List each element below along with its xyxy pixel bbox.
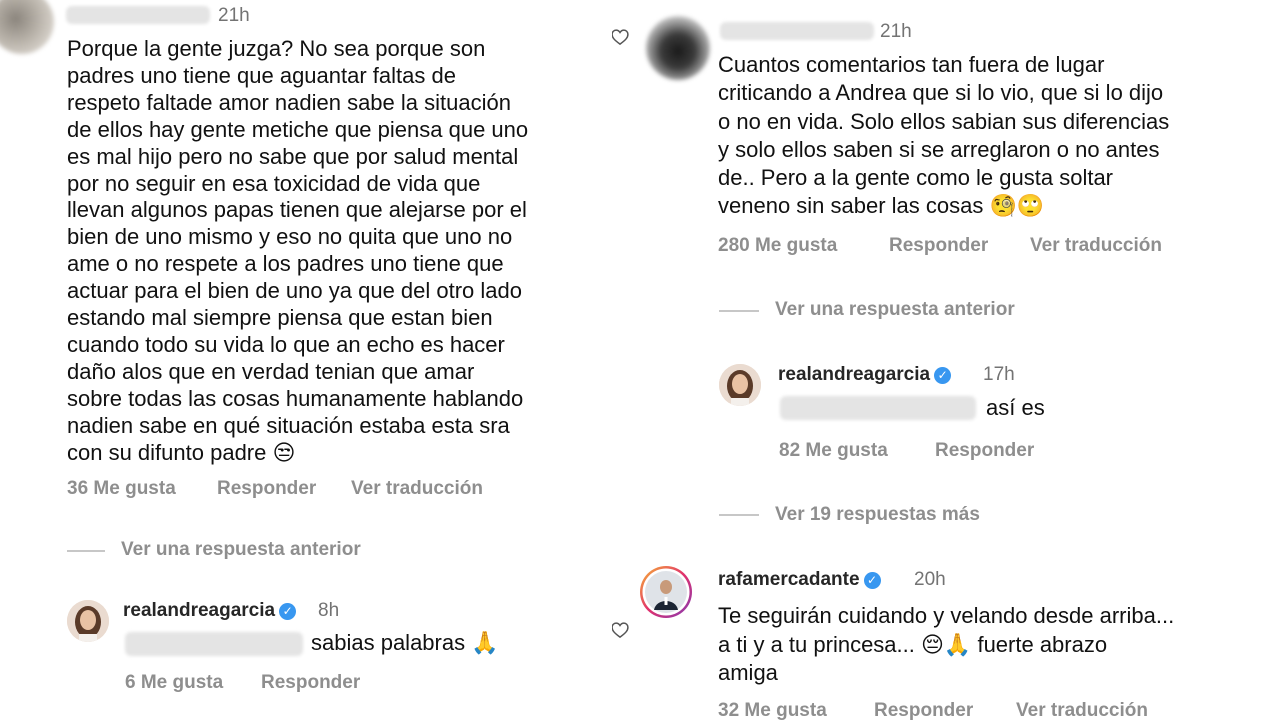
verified-badge-icon: ✓ bbox=[863, 572, 881, 589]
comment-text: Porque la gente juzga? No sea porque son… bbox=[67, 36, 607, 467]
comment-line-1: Te seguirán cuidando y velando desde arr… bbox=[718, 603, 1175, 628]
commenter-username-blurred-2[interactable] bbox=[720, 22, 874, 40]
reply-username-2[interactable]: realandreagarcia ✓ bbox=[778, 364, 952, 386]
pensive-folded-hands-emoji: 😔🙏 bbox=[921, 631, 972, 657]
rafamercadante-username[interactable]: rafamercadante ✓ bbox=[718, 569, 881, 591]
folded-hands-emoji: 🙏 bbox=[471, 630, 499, 655]
comment-text-content-2: Cuantos comentarios tan fuera de lugar c… bbox=[718, 52, 1170, 219]
mention-blurred-2[interactable] bbox=[780, 396, 976, 420]
commenter-avatar-2[interactable] bbox=[646, 16, 710, 80]
rafamercadante-reply-button[interactable]: Responder bbox=[874, 700, 973, 720]
reply-timestamp-2: 17h bbox=[983, 364, 1015, 385]
commenter-username-blurred[interactable] bbox=[66, 6, 210, 24]
comment-timestamp: 21h bbox=[218, 5, 250, 26]
comment-text-2: Cuantos comentarios tan fuera de lugar c… bbox=[718, 51, 1268, 221]
rafamercadante-like-count[interactable]: 32 Me gusta bbox=[718, 700, 827, 720]
view-previous-reply-link-2[interactable]: Ver una respuesta anterior bbox=[775, 299, 1015, 321]
reply-timestamp: 8h bbox=[318, 600, 340, 621]
right-comment-panel: 21h Cuantos comentarios tan fuera de lug… bbox=[612, 0, 1280, 720]
reply-reply-button[interactable]: Responder bbox=[261, 672, 360, 694]
comment-timestamp-2: 21h bbox=[880, 21, 912, 42]
unamused-emoji: 😒 bbox=[272, 439, 296, 465]
reply-username[interactable]: realandreagarcia ✓ bbox=[123, 600, 297, 622]
reply-avatar-image-2 bbox=[719, 364, 761, 406]
reply-text: sabias palabras 🙏 bbox=[311, 630, 499, 657]
thread-divider-3 bbox=[719, 514, 759, 516]
reply-username-text: realandreagarcia bbox=[123, 600, 276, 621]
thread-divider bbox=[67, 550, 105, 552]
like-count-2[interactable]: 280 Me gusta bbox=[718, 235, 837, 257]
translate-button[interactable]: Ver traducción bbox=[351, 478, 483, 500]
rafamercadante-avatar[interactable] bbox=[640, 566, 692, 618]
rafamercadante-comment-text: Te seguirán cuidando y velando desde arr… bbox=[718, 602, 1273, 688]
thread-divider-2 bbox=[719, 310, 759, 312]
reply-avatar[interactable] bbox=[67, 600, 109, 642]
heart-outline-icon[interactable] bbox=[612, 620, 630, 640]
reply-button-2[interactable]: Responder bbox=[889, 235, 988, 257]
view-previous-reply-link[interactable]: Ver una respuesta anterior bbox=[121, 539, 361, 561]
reply-username-text-2: realandreagarcia bbox=[778, 364, 931, 385]
reply-button[interactable]: Responder bbox=[217, 478, 316, 500]
verified-badge-icon: ✓ bbox=[934, 367, 952, 384]
reply-avatar-2[interactable] bbox=[719, 364, 761, 406]
comment-line-2: a ti y a tu princesa... 😔🙏 fuerte abrazo bbox=[718, 631, 1273, 660]
verified-badge-icon: ✓ bbox=[279, 603, 297, 620]
reply-text-2: así es bbox=[986, 395, 1045, 420]
rafamercadante-username-text: rafamercadante bbox=[718, 569, 860, 590]
reply-text-content: sabias palabras bbox=[311, 630, 466, 655]
comment-line-3: amiga bbox=[718, 660, 778, 685]
heart-outline-icon[interactable] bbox=[612, 27, 630, 47]
like-count[interactable]: 36 Me gusta bbox=[67, 478, 176, 500]
left-comment-panel: 21h Porque la gente juzga? No sea porque… bbox=[0, 0, 612, 720]
comment-line-2-start: a ti y a tu princesa... bbox=[718, 631, 915, 657]
reply-like-count[interactable]: 6 Me gusta bbox=[125, 672, 223, 694]
monocle-eyeroll-emoji: 🧐🙄 bbox=[989, 193, 1045, 219]
rafamercadante-timestamp: 20h bbox=[914, 569, 946, 590]
rafamercadante-avatar-image bbox=[642, 568, 690, 616]
mention-blurred[interactable] bbox=[125, 632, 303, 656]
translate-button-2[interactable]: Ver traducción bbox=[1030, 235, 1162, 257]
rafamercadante-translate-button[interactable]: Ver traducción bbox=[1016, 700, 1148, 720]
comment-text-content: Porque la gente juzga? No sea porque son… bbox=[67, 36, 529, 465]
comment-line-2-end: fuerte abrazo bbox=[977, 631, 1108, 657]
reply-reply-button-2[interactable]: Responder bbox=[935, 440, 1034, 462]
reply-avatar-image bbox=[67, 600, 109, 642]
reply-like-count-2[interactable]: 82 Me gusta bbox=[779, 440, 888, 462]
commenter-avatar[interactable] bbox=[0, 0, 54, 54]
view-more-replies-link[interactable]: Ver 19 respuestas más bbox=[775, 504, 980, 526]
